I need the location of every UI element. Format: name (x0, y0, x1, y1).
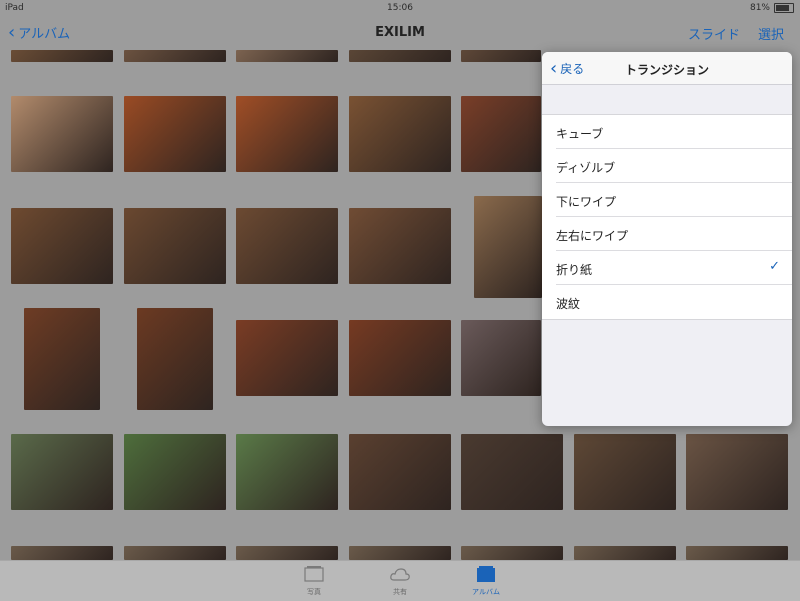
tab-albums[interactable]: アルバム (456, 565, 516, 597)
tab-shared[interactable]: 共有 (370, 565, 430, 597)
status-bar: iPad 15:06 81% (0, 0, 800, 16)
photo-thumbnail[interactable] (11, 96, 113, 172)
transition-option[interactable]: 波紋 (542, 285, 792, 319)
photo-thumbnail[interactable] (474, 196, 542, 298)
photo-thumbnail[interactable] (124, 50, 226, 62)
photo-thumbnail[interactable] (11, 208, 113, 284)
photo-thumbnail[interactable] (11, 546, 113, 560)
photo-thumbnail[interactable] (236, 50, 338, 62)
photo-thumbnail[interactable] (574, 434, 676, 510)
battery-percent: 81% (749, 3, 770, 13)
battery-icon (774, 3, 794, 13)
photo-thumbnail[interactable] (236, 208, 338, 284)
album-title: EXILIM (375, 25, 425, 40)
chevron-left-icon: ‹ (550, 57, 558, 79)
photo-thumbnail[interactable] (461, 320, 541, 396)
checkmark-icon: ✓ (769, 259, 780, 274)
transition-option[interactable]: 左右にワイプ (542, 217, 792, 251)
photo-thumbnail[interactable] (124, 434, 226, 510)
transition-label: 左右にワイプ (556, 229, 629, 243)
photo-thumbnail[interactable] (349, 50, 451, 62)
photo-thumbnail[interactable] (11, 434, 113, 510)
transition-label: 下にワイプ (556, 195, 617, 209)
transition-label: キューブ (556, 127, 604, 141)
transition-option[interactable]: 折り紙 ✓ (542, 251, 792, 285)
photo-thumbnail[interactable] (461, 96, 541, 172)
slideshow-button[interactable]: スライド (688, 24, 740, 43)
popover-back-label: 戻る (560, 62, 585, 76)
photo-thumbnail[interactable] (574, 546, 676, 560)
photo-thumbnail[interactable] (137, 308, 213, 410)
photo-thumbnail[interactable] (461, 546, 563, 560)
photo-thumbnail[interactable] (236, 546, 338, 560)
tab-bar: 写真 共有 アルバム (0, 560, 800, 601)
photo-thumbnail[interactable] (124, 96, 226, 172)
cloud-icon (390, 568, 410, 581)
transition-label: 折り紙 (556, 263, 593, 277)
albums-back-button[interactable]: ‹ アルバム (8, 23, 70, 42)
photo-thumbnail[interactable] (349, 434, 451, 510)
select-button[interactable]: 選択 (758, 24, 784, 43)
photo-thumbnail[interactable] (236, 320, 338, 396)
transition-option[interactable]: キューブ (542, 115, 792, 149)
tab-label: 写真 (307, 588, 321, 596)
transition-popover: ‹ 戻る トランジション キューブ ディゾルブ 下にワイプ 左右にワイプ 折り紙… (542, 52, 792, 426)
tab-label: アルバム (472, 588, 500, 596)
photo-thumbnail[interactable] (11, 50, 113, 62)
photo-thumbnail[interactable] (686, 434, 788, 510)
transition-option[interactable]: 下にワイプ (542, 183, 792, 217)
popover-back-button[interactable]: ‹ 戻る (550, 57, 585, 79)
photo-thumbnail[interactable] (349, 546, 451, 560)
photo-thumbnail[interactable] (686, 546, 788, 560)
photos-icon (304, 566, 324, 582)
back-label: アルバム (18, 27, 71, 42)
clock: 15:06 (387, 3, 413, 13)
tab-photos[interactable]: 写真 (284, 565, 344, 597)
photo-thumbnail[interactable] (124, 546, 226, 560)
albums-icon (477, 566, 495, 582)
photo-thumbnail[interactable] (236, 96, 338, 172)
photo-thumbnail[interactable] (461, 50, 541, 62)
transition-list: キューブ ディゾルブ 下にワイプ 左右にワイプ 折り紙 ✓ 波紋 (542, 114, 792, 320)
transition-label: ディゾルブ (556, 161, 616, 175)
transition-label: 波紋 (556, 297, 581, 311)
nav-bar: ‹ アルバム EXILIM スライド 選択 (0, 16, 800, 50)
photo-thumbnail[interactable] (349, 96, 451, 172)
transition-option[interactable]: ディゾルブ (542, 149, 792, 183)
photo-thumbnail[interactable] (461, 434, 563, 510)
photo-thumbnail[interactable] (236, 434, 338, 510)
chevron-left-icon: ‹ (8, 21, 16, 43)
photo-thumbnail[interactable] (349, 320, 451, 396)
photo-thumbnail[interactable] (349, 208, 451, 284)
photo-thumbnail[interactable] (24, 308, 100, 410)
photo-thumbnail[interactable] (124, 208, 226, 284)
tab-label: 共有 (393, 588, 407, 596)
